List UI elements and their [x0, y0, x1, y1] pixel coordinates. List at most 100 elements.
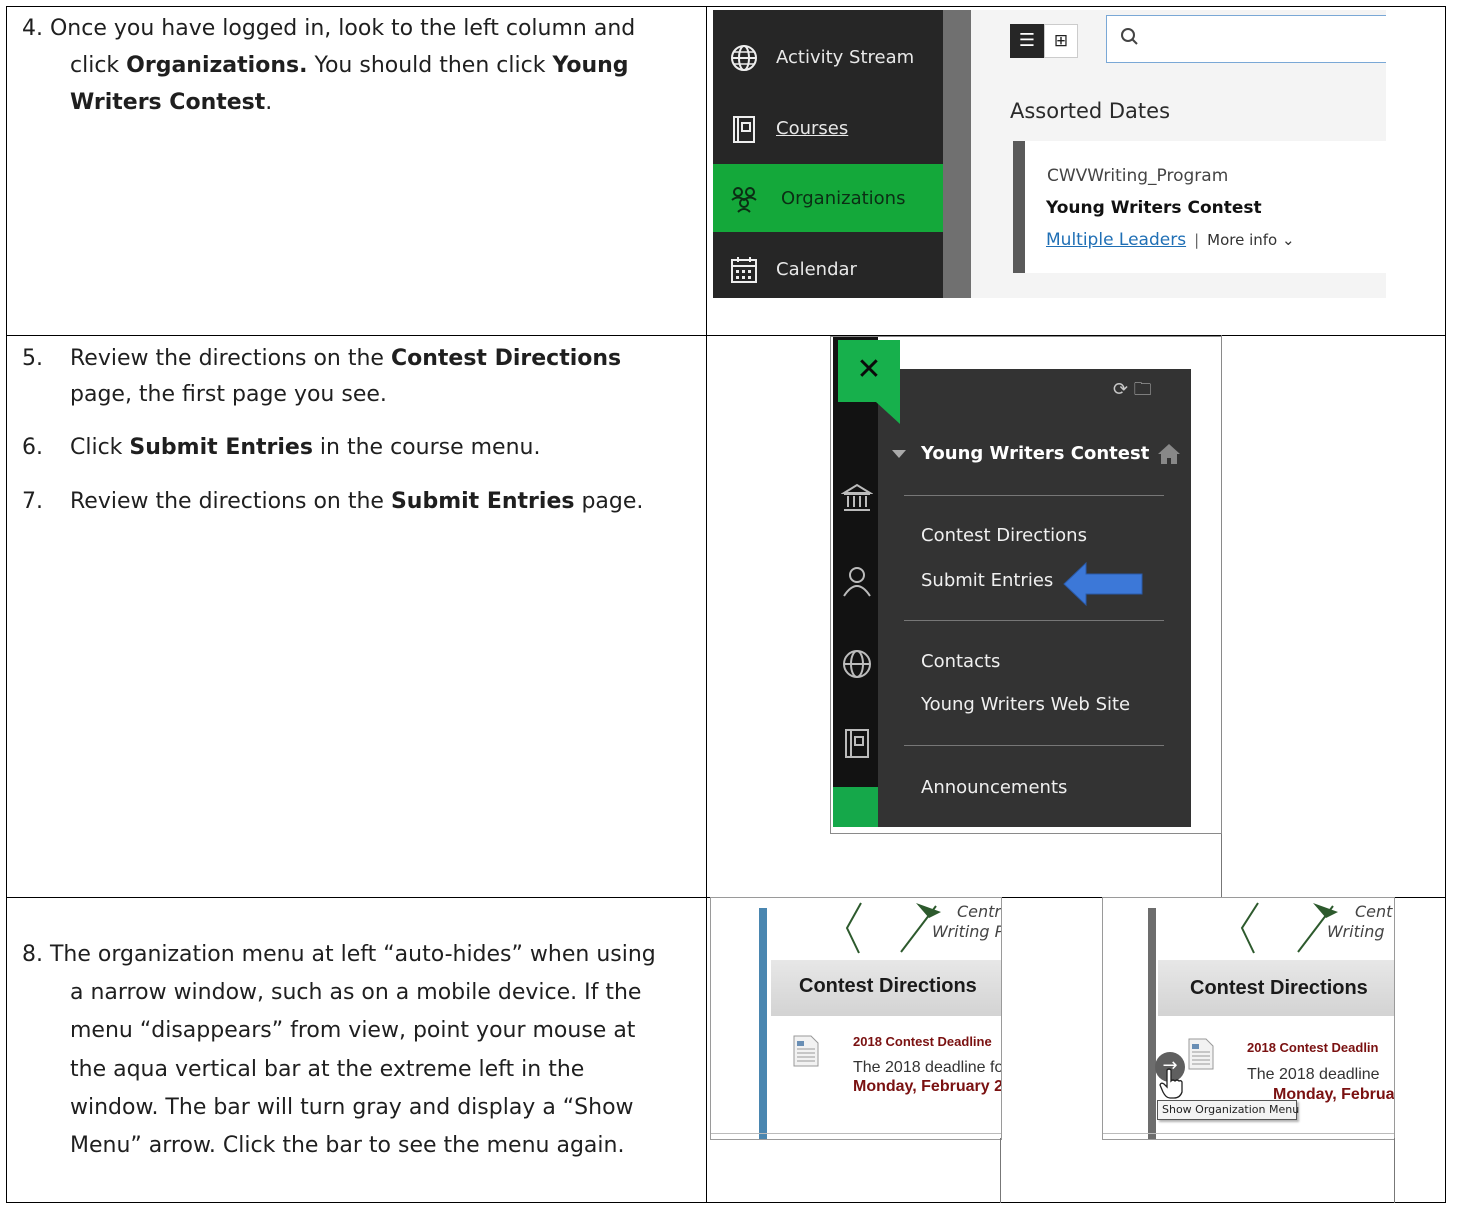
- home-icon[interactable]: [1156, 441, 1182, 467]
- active-nav-indicator: [833, 787, 878, 827]
- organizations-icon: [731, 187, 757, 213]
- young-emphasis: Young: [552, 53, 629, 78]
- section-heading: Assorted Dates: [1010, 99, 1171, 123]
- more-info-button[interactable]: More info ⌄: [1207, 231, 1294, 249]
- menu-hidden-screenshot: Centra Writing P Contest Directions 2018…: [710, 897, 1002, 1140]
- step-number: 6.: [22, 435, 43, 460]
- document-icon: [1188, 1038, 1214, 1070]
- nav-item-activity-stream[interactable]: Activity Stream: [713, 23, 943, 91]
- show-menu-bar[interactable]: [1148, 908, 1156, 1139]
- card-footer: Multiple Leaders | More info ⌄: [1046, 230, 1295, 250]
- page-title: Contest Directions: [1190, 977, 1368, 999]
- close-button[interactable]: ✕: [838, 340, 900, 402]
- item-date: Monday, February 2: [853, 1078, 1002, 1095]
- menu-item-contacts[interactable]: Contacts: [921, 651, 1000, 672]
- list-view-button[interactable]: ☰: [1010, 24, 1044, 58]
- step-4-line-1: 4. Once you have logged in, look to the …: [22, 16, 636, 41]
- step-run: Review the directions on the: [70, 346, 391, 371]
- separator: |: [1194, 231, 1200, 249]
- bottom-rule: [1103, 1133, 1394, 1134]
- step-body: Review the directions on the Submit Entr…: [70, 483, 643, 520]
- step-8-line: window. The bar will turn gray and displ…: [70, 1094, 634, 1120]
- dashboard-screenshot: Activity Stream Courses Organizations Ca…: [713, 10, 1386, 298]
- document-icon: [793, 1035, 819, 1067]
- screenshot-3-divider: [1000, 1138, 1001, 1203]
- step-run: Click: [70, 435, 130, 460]
- icon-strip: [833, 337, 878, 827]
- search-input[interactable]: [1106, 15, 1386, 63]
- institution-icon: [841, 483, 873, 511]
- courses-icon: [845, 729, 869, 758]
- nav-item-courses[interactable]: Courses: [713, 94, 943, 162]
- show-menu-bar[interactable]: [759, 908, 767, 1139]
- nav-item-calendar[interactable]: Calendar: [713, 235, 943, 298]
- globe-icon: [843, 650, 871, 678]
- show-menu-tooltip: Show Organization Menu: [1157, 1100, 1299, 1120]
- organization-card[interactable]: CWVWriting_Program Young Writers Contest…: [1013, 141, 1386, 273]
- logo-text-2: Writing P: [932, 922, 1002, 941]
- grid-view-button[interactable]: ⊞: [1044, 24, 1078, 58]
- organizations-emphasis: Organizations.: [126, 53, 308, 78]
- leaders-link[interactable]: Multiple Leaders: [1046, 230, 1186, 250]
- step-number: 5.: [22, 346, 43, 371]
- left-nav: Activity Stream Courses Organizations Ca…: [713, 10, 943, 298]
- step-emphasis: Submit Entries: [129, 435, 313, 460]
- dashboard-content: ☰ ⊞ Assorted Dates CWVWriting_Program Yo…: [971, 10, 1386, 298]
- nav-edge: [943, 10, 971, 298]
- step-8-text: 8. The organization menu at left “auto-h…: [22, 936, 706, 1165]
- content-item: 2018 Contest Deadline The 2018 deadline …: [771, 1020, 1002, 1120]
- step-body: Review the directions on the Contest Dir…: [70, 340, 621, 377]
- step-emphasis: Submit Entries: [390, 489, 575, 514]
- column-divider: [706, 6, 707, 1203]
- step-4-run: .: [265, 90, 273, 115]
- nav-label: Calendar: [776, 259, 857, 280]
- courses-icon: [733, 116, 755, 143]
- nav-label: Courses: [776, 118, 849, 139]
- page-title-band: Contest Directions: [771, 960, 1001, 1016]
- nav-label: Organizations: [781, 188, 906, 209]
- logo-text-2: Writing: [1327, 922, 1385, 941]
- user-icon: [843, 567, 871, 597]
- item-title[interactable]: 2018 Contest Deadlin: [1247, 1040, 1379, 1055]
- close-button-tail: [876, 402, 900, 424]
- logo-text-1: Centra: [957, 902, 1002, 921]
- menu-divider: [904, 620, 1164, 621]
- item-text: The 2018 deadline fo: [853, 1059, 1002, 1076]
- logo-text-1: Cent: [1355, 902, 1393, 921]
- step-4-run: click: [70, 53, 127, 78]
- step-run: page.: [574, 489, 644, 514]
- step-body: page, the first page you see.: [70, 382, 387, 407]
- item-text: The 2018 deadline: [1247, 1066, 1380, 1083]
- step-body: Click Submit Entries in the course menu.: [70, 429, 540, 466]
- step-4-run: You should then click: [307, 53, 553, 78]
- row-divider-1: [6, 335, 1446, 336]
- pointer-arrow-icon: [1063, 561, 1143, 607]
- step-5: 5. Review the directions on the Contest …: [22, 340, 702, 377]
- writers-contest-emphasis: Writers Contest: [70, 90, 266, 115]
- menu-divider: [904, 745, 1164, 746]
- step-8-line: 8. The organization menu at left “auto-h…: [22, 942, 656, 967]
- menu-tools[interactable]: ⟳ 🗀: [1113, 377, 1152, 407]
- bottom-rule: [711, 1133, 1001, 1134]
- step-6: 6. Click Submit Entries in the course me…: [22, 429, 702, 466]
- step-5-continued: page, the first page you see.: [22, 376, 702, 413]
- hand-cursor-icon: [1159, 1068, 1183, 1099]
- calendar-icon: [731, 257, 757, 283]
- step-7: 7. Review the directions on the Submit E…: [22, 483, 702, 520]
- step-run: Review the directions on the: [70, 489, 391, 514]
- nav-item-organizations[interactable]: Organizations: [713, 164, 943, 232]
- item-title[interactable]: 2018 Contest Deadline: [853, 1034, 992, 1049]
- collapse-triangle-icon[interactable]: [892, 450, 906, 458]
- menu-item-web-site[interactable]: Young Writers Web Site: [921, 694, 1130, 715]
- course-menu-title: Young Writers Contest: [921, 443, 1150, 464]
- course-menu-panel: [878, 369, 1191, 827]
- step-4-text: 4. Once you have logged in, look to the …: [22, 10, 702, 121]
- page-title-band: Contest Directions: [1158, 960, 1394, 1016]
- step-8-line: a narrow window, such as on a mobile dev…: [70, 980, 642, 1006]
- menu-item-submit-entries[interactable]: Submit Entries: [921, 570, 1053, 591]
- menu-item-announcements[interactable]: Announcements: [921, 777, 1067, 798]
- organization-title[interactable]: Young Writers Contest: [1046, 198, 1262, 218]
- menu-item-contest-directions[interactable]: Contest Directions: [921, 525, 1087, 546]
- course-menu-screenshot: ✕ ⟳ 🗀 Young Writers Contest Contest Dire…: [830, 336, 1222, 834]
- step-4-line-3: Writers Contest.: [22, 84, 702, 121]
